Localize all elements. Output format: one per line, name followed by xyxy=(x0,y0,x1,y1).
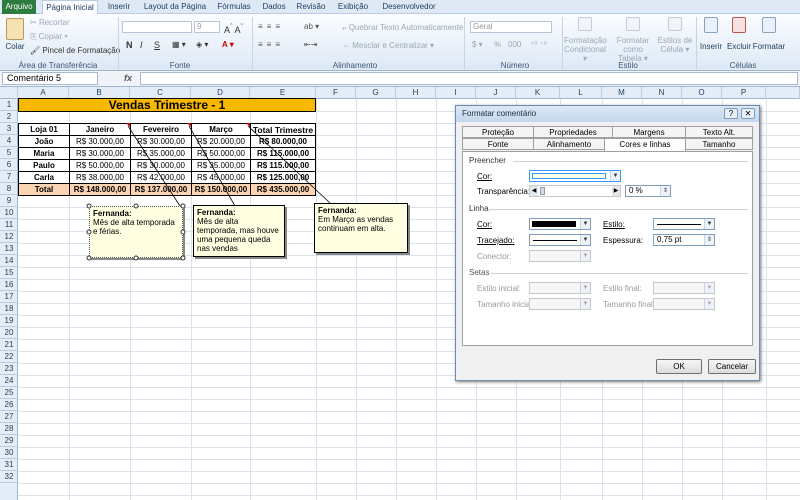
resize-handle[interactable] xyxy=(180,229,186,235)
comment-arrow-line xyxy=(247,125,331,204)
line-style-preview xyxy=(657,224,701,225)
weight-value: 0,75 pt xyxy=(657,235,682,244)
begin-style-label: Estilo inicial: xyxy=(477,284,522,293)
fill-section-title: Preencher xyxy=(469,156,506,165)
ok-button[interactable]: OK xyxy=(656,359,702,374)
tab-margens[interactable]: Margens xyxy=(612,126,686,138)
begin-size-select[interactable]: ▼ xyxy=(529,298,591,310)
chevron-down-icon[interactable]: ▼ xyxy=(704,299,714,309)
transparency-value: 0 % xyxy=(629,186,643,195)
resize-handle[interactable] xyxy=(180,255,186,261)
begin-style-select[interactable]: ▼ xyxy=(529,282,591,294)
comment-box[interactable]: Fernanda: Em Março as vendas continuam e… xyxy=(314,203,408,253)
spinner-icon[interactable]: ⇕ xyxy=(660,186,670,196)
transparency-label: Transparência: xyxy=(477,187,531,196)
comment-arrow-line xyxy=(188,125,236,207)
tab-cores-e-linhas[interactable]: Cores e linhas xyxy=(604,138,686,151)
colors-lines-panel: Preencher Cor: ▼ Transparência: ◀ ▶ 0 % … xyxy=(462,151,753,346)
comment-box[interactable]: Fernanda: Mês de alta temporada, mas hou… xyxy=(193,205,285,257)
comment-arrow-line xyxy=(127,125,181,207)
tab-texto-alt[interactable]: Texto Alt. xyxy=(685,126,753,138)
resize-handle[interactable] xyxy=(133,255,139,261)
chevron-down-icon[interactable]: ▼ xyxy=(580,251,590,261)
weight-input[interactable]: 0,75 pt ⇕ xyxy=(653,234,715,246)
arrows-section-title: Setas xyxy=(469,268,490,277)
spinner-icon[interactable]: ⇕ xyxy=(704,235,714,245)
slider-right-icon[interactable]: ▶ xyxy=(612,186,620,196)
chevron-down-icon[interactable]: ▼ xyxy=(704,219,714,229)
resize-handle[interactable] xyxy=(86,255,92,261)
end-style-label: Estilo final: xyxy=(603,284,642,293)
line-color-swatch xyxy=(532,221,576,227)
tab-tamanho[interactable]: Tamanho xyxy=(685,138,753,150)
cancel-button[interactable]: Cancelar xyxy=(708,359,756,374)
fill-color-swatch xyxy=(532,173,606,179)
end-size-label: Tamanho final: xyxy=(603,300,656,309)
comment-text: Mês de alta temporada, mas houve uma peq… xyxy=(197,217,279,253)
begin-size-label: Tamanho inicial: xyxy=(477,300,535,309)
chevron-down-icon[interactable]: ▼ xyxy=(610,171,620,181)
slider-left-icon[interactable]: ◀ xyxy=(530,186,538,196)
tab-fonte[interactable]: Fonte xyxy=(462,138,534,150)
fill-color-picker[interactable]: ▼ xyxy=(529,170,621,182)
section-divider xyxy=(489,209,748,210)
section-divider xyxy=(513,161,748,162)
resize-handle[interactable] xyxy=(133,203,139,209)
close-button[interactable]: ✕ xyxy=(741,108,755,119)
dialog-title: Formatar comentário xyxy=(456,106,759,122)
comment-text: Em Março as vendas continuam em alta. xyxy=(318,215,394,233)
tab-alinhamento[interactable]: Alinhamento xyxy=(533,138,605,150)
slider-thumb[interactable] xyxy=(540,187,545,195)
resize-handle[interactable] xyxy=(86,229,92,235)
line-style-label: Estilo: xyxy=(603,220,625,229)
chevron-down-icon[interactable]: ▼ xyxy=(580,219,590,229)
line-style-select[interactable]: ▼ xyxy=(653,218,715,230)
line-section-title: Linha xyxy=(469,204,489,213)
dash-preview xyxy=(533,240,577,241)
tab-protecao[interactable]: Proteção xyxy=(462,126,534,138)
dashed-label: Tracejado: xyxy=(477,236,515,245)
end-size-select[interactable]: ▼ xyxy=(653,298,715,310)
tab-propriedades[interactable]: Propriedades xyxy=(533,126,613,138)
connector-label: Conector: xyxy=(477,252,512,261)
chevron-down-icon[interactable]: ▼ xyxy=(704,283,714,293)
section-divider xyxy=(491,273,748,274)
format-comment-dialog: Formatar comentário ? ✕ Proteção Proprie… xyxy=(455,105,760,381)
chevron-down-icon[interactable]: ▼ xyxy=(580,299,590,309)
comment-selection-handles xyxy=(86,203,186,261)
resize-handle[interactable] xyxy=(180,203,186,209)
weight-label: Espessura: xyxy=(603,236,644,245)
connector-select[interactable]: ▼ xyxy=(529,250,591,262)
line-color-picker[interactable]: ▼ xyxy=(529,218,591,230)
line-color-label: Cor: xyxy=(477,220,493,229)
transparency-slider[interactable]: ◀ ▶ xyxy=(529,185,621,197)
fill-color-label: Cor: xyxy=(477,172,493,181)
comment-author: Fernanda: xyxy=(197,208,236,217)
dashed-select[interactable]: ▼ xyxy=(529,234,591,246)
resize-handle[interactable] xyxy=(86,203,92,209)
chevron-down-icon[interactable]: ▼ xyxy=(580,235,590,245)
comment-author: Fernanda: xyxy=(318,206,357,215)
chevron-down-icon[interactable]: ▼ xyxy=(580,283,590,293)
end-style-select[interactable]: ▼ xyxy=(653,282,715,294)
help-button[interactable]: ? xyxy=(724,108,738,119)
transparency-input[interactable]: 0 % ⇕ xyxy=(625,185,671,197)
